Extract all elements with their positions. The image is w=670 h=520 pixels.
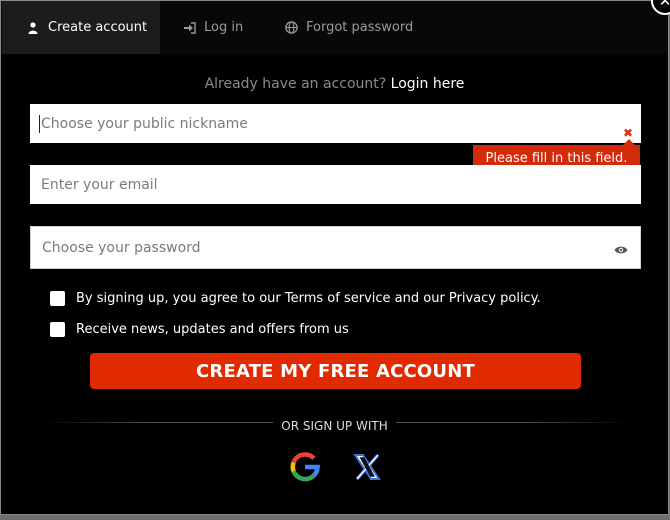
globe-icon xyxy=(284,21,298,34)
signup-modal: Create account Log in Forgot password Al… xyxy=(0,0,669,515)
or-sign-up-with: OR SIGN UP WITH xyxy=(1,415,668,434)
error-x-icon: ✖ xyxy=(623,126,634,140)
x-icon xyxy=(352,452,382,486)
nickname-input[interactable] xyxy=(39,114,641,133)
close-icon: ✕ xyxy=(658,0,670,10)
tab-log-in[interactable]: Log in xyxy=(182,1,243,54)
nickname-field[interactable] xyxy=(30,104,641,143)
tab-create-account[interactable]: Create account xyxy=(2,1,160,54)
password-field[interactable] xyxy=(30,226,641,269)
google-icon xyxy=(290,452,320,486)
tab-bar: Create account Log in Forgot password xyxy=(1,1,668,54)
login-icon xyxy=(182,21,196,34)
news-label: Receive news, updates and offers from us xyxy=(76,322,349,337)
login-prompt-text: Already have an account? xyxy=(204,76,387,92)
tab-forgot-password[interactable]: Forgot password xyxy=(284,1,413,54)
password-input[interactable] xyxy=(40,238,640,257)
create-account-button[interactable]: CREATE MY FREE ACCOUNT xyxy=(90,353,581,389)
tab-label: Create account xyxy=(48,20,148,35)
news-checkbox[interactable] xyxy=(50,322,65,337)
terms-checkbox[interactable] xyxy=(50,291,65,306)
google-signup-button[interactable] xyxy=(290,452,320,486)
eye-icon[interactable] xyxy=(614,240,628,259)
news-checkbox-row[interactable]: Receive news, updates and offers from us xyxy=(50,322,349,337)
email-field[interactable] xyxy=(30,165,641,204)
terms-label: By signing up, you agree to our Terms of… xyxy=(76,291,541,306)
tab-label: Forgot password xyxy=(306,20,414,35)
login-here-link[interactable]: Login here xyxy=(391,76,465,92)
or-sign-up-with-label: OR SIGN UP WITH xyxy=(273,419,396,433)
terms-checkbox-row[interactable]: By signing up, you agree to our Terms of… xyxy=(50,291,541,306)
email-input[interactable] xyxy=(39,175,641,194)
user-icon xyxy=(26,21,40,34)
login-prompt: Already have an account? Login here xyxy=(1,76,668,92)
x-signup-button[interactable] xyxy=(352,452,382,486)
text-caret xyxy=(39,115,40,133)
tab-label: Log in xyxy=(204,20,244,35)
